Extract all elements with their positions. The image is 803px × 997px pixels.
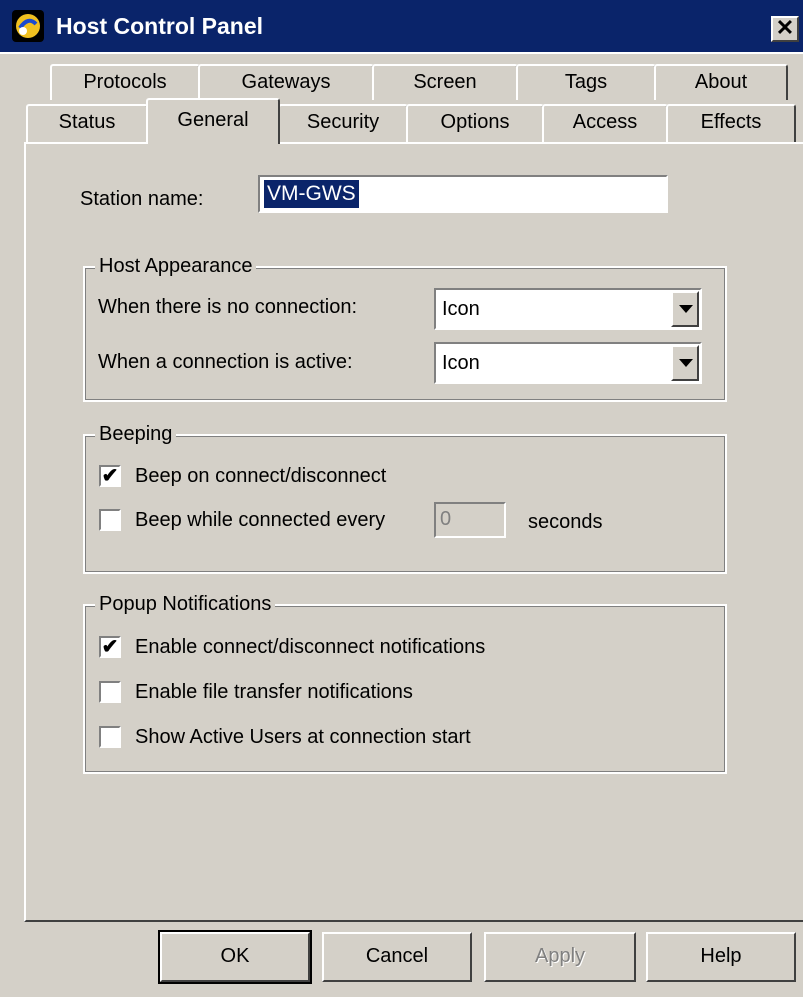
tab-security[interactable]: Security [278, 104, 408, 142]
chevron-down-icon[interactable] [671, 345, 699, 381]
host-appearance-legend: Host Appearance [95, 253, 257, 279]
cancel-button[interactable]: Cancel [322, 932, 472, 982]
active-users-checkbox[interactable] [99, 726, 121, 748]
active-connection-value: Icon [442, 352, 480, 374]
file-transfer-label: Enable file transfer notifications [135, 681, 413, 703]
beeping-group: Beeping [83, 421, 727, 574]
beep-connect-label: Beep on connect/disconnect [135, 465, 387, 487]
connect-notify-checkbox[interactable]: ✔ [99, 636, 121, 658]
no-connection-label: When there is no connection: [98, 296, 358, 318]
station-name-label: Station name: [80, 188, 204, 210]
seconds-label: seconds [528, 511, 603, 533]
tab-options[interactable]: Options [406, 104, 544, 142]
help-button[interactable]: Help [646, 932, 796, 982]
tab-screen[interactable]: Screen [372, 64, 518, 100]
app-icon [12, 10, 44, 42]
tab-about[interactable]: About [654, 64, 788, 100]
tab-gateways[interactable]: Gateways [198, 64, 374, 100]
beep-interval-label: Beep while connected every [135, 509, 386, 531]
tab-general[interactable]: General [146, 98, 280, 144]
station-name-field[interactable]: VM-GWS [258, 175, 668, 213]
beep-interval-checkbox[interactable] [99, 509, 121, 531]
beep-interval-field: 0 [434, 502, 506, 538]
title-bar[interactable]: Host Control Panel ✕ [0, 0, 803, 54]
beeping-legend: Beeping [95, 421, 177, 447]
beep-connect-checkbox[interactable]: ✔ [99, 465, 121, 487]
tab-protocols[interactable]: Protocols [50, 64, 200, 100]
apply-button[interactable]: Apply [484, 932, 636, 982]
no-connection-value: Icon [442, 298, 480, 320]
tab-access[interactable]: Access [542, 104, 668, 142]
close-icon[interactable]: ✕ [771, 16, 799, 42]
tab-effects[interactable]: Effects [666, 104, 796, 142]
chevron-down-icon[interactable] [671, 291, 699, 327]
file-transfer-checkbox[interactable] [99, 681, 121, 703]
tab-tags[interactable]: Tags [516, 64, 656, 100]
active-connection-select[interactable]: Icon [434, 342, 702, 384]
active-users-label: Show Active Users at connection start [135, 726, 471, 748]
window-title: Host Control Panel [56, 13, 264, 39]
tab-status[interactable]: Status [26, 104, 148, 142]
ok-button[interactable]: OK [158, 930, 312, 984]
station-name-value: VM-GWS [264, 180, 359, 208]
active-connection-label: When a connection is active: [98, 351, 353, 373]
connect-notify-label: Enable connect/disconnect notifications [135, 636, 486, 658]
popup-notifications-legend: Popup Notifications [95, 591, 276, 617]
no-connection-select[interactable]: Icon [434, 288, 702, 330]
host-control-panel-window: Host Control Panel ✕ Protocols Gateways … [0, 0, 803, 997]
